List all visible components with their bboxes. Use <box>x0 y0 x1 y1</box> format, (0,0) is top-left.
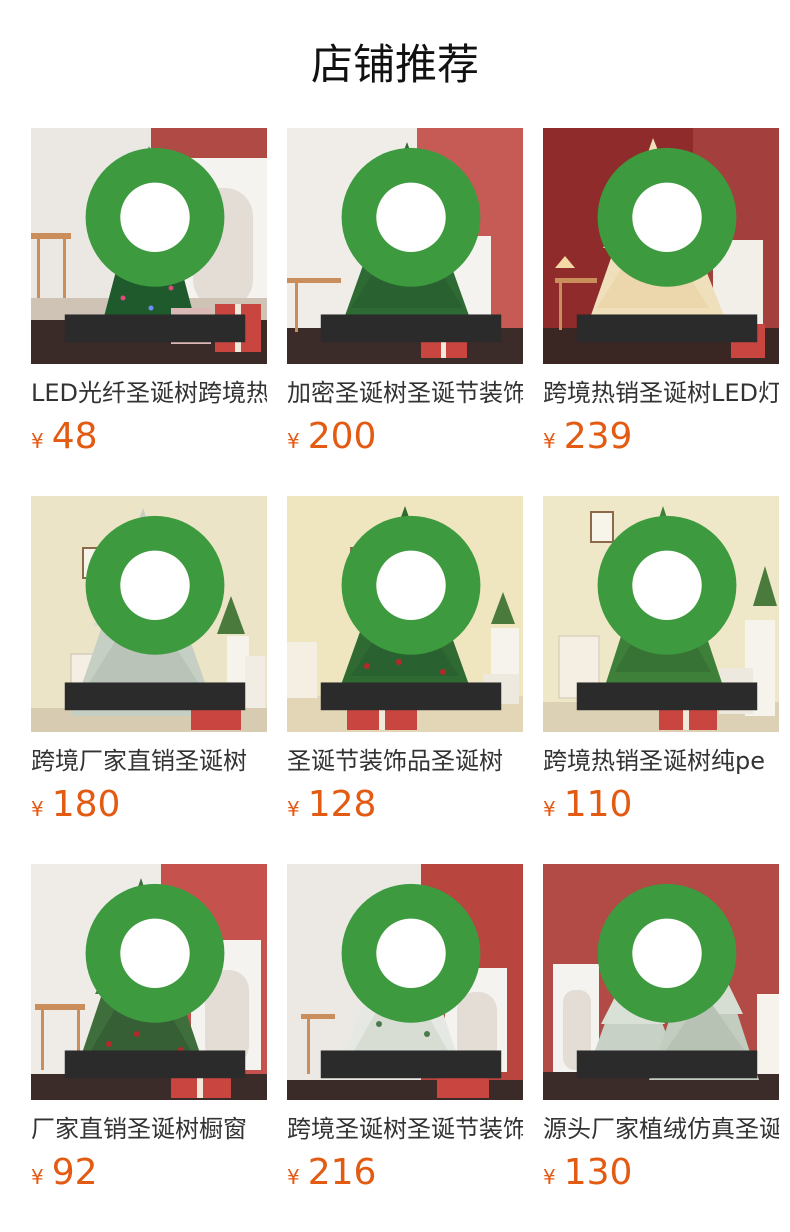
page-title: 店铺推荐 <box>310 40 479 89</box>
price-value: 239 <box>563 416 633 457</box>
product-price: ¥48 <box>31 414 98 460</box>
product-grid: LED光纤圣诞树跨境热销 ¥48 <box>31 128 779 1232</box>
price-value: 130 <box>563 1152 633 1193</box>
price-value: 92 <box>51 1152 98 1193</box>
price-value: 216 <box>307 1152 377 1193</box>
brand-logo-icon <box>64 515 246 711</box>
brand-logo-icon <box>320 883 502 1079</box>
product-image[interactable] <box>543 128 779 364</box>
product-price: ¥239 <box>543 414 632 460</box>
brand-logo-icon <box>576 515 758 711</box>
currency-symbol: ¥ <box>543 429 556 453</box>
currency-symbol: ¥ <box>31 429 44 453</box>
product-card[interactable]: 跨境厂家直销圣诞树 ¥180 <box>31 496 267 864</box>
product-image[interactable] <box>31 128 267 364</box>
currency-symbol: ¥ <box>31 797 44 821</box>
product-image[interactable] <box>31 864 267 1100</box>
product-price: ¥180 <box>31 782 120 828</box>
brand-logo-icon <box>576 883 758 1079</box>
product-price: ¥216 <box>287 1150 376 1196</box>
brand-logo-icon <box>576 147 758 343</box>
currency-symbol: ¥ <box>543 797 556 821</box>
product-name[interactable]: 厂家直销圣诞树橱窗 <box>31 1113 267 1145</box>
product-card[interactable]: 厂家直销圣诞树橱窗 ¥92 <box>31 864 267 1232</box>
currency-symbol: ¥ <box>287 429 300 453</box>
product-name[interactable]: 跨境圣诞树圣诞节装饰 <box>287 1113 523 1145</box>
product-name[interactable]: 加密圣诞树圣诞节装饰 <box>287 377 523 409</box>
price-value: 48 <box>51 416 98 457</box>
product-card[interactable]: 跨境热销圣诞树纯pe ¥110 <box>543 496 779 864</box>
product-card[interactable]: 源头厂家植绒仿真圣诞 ¥130 <box>543 864 779 1232</box>
product-price: ¥92 <box>31 1150 98 1196</box>
product-name[interactable]: 跨境厂家直销圣诞树 <box>31 745 267 777</box>
product-price: ¥200 <box>287 414 376 460</box>
product-card[interactable]: 圣诞节装饰品圣诞树 ¥128 <box>287 496 523 864</box>
price-value: 180 <box>51 784 121 825</box>
product-image[interactable] <box>287 128 523 364</box>
currency-symbol: ¥ <box>287 1165 300 1189</box>
product-card[interactable]: 加密圣诞树圣诞节装饰 ¥200 <box>287 128 523 496</box>
product-image[interactable] <box>31 496 267 732</box>
product-price: ¥130 <box>543 1150 632 1196</box>
product-image[interactable] <box>543 864 779 1100</box>
currency-symbol: ¥ <box>31 1165 44 1189</box>
price-value: 200 <box>307 416 377 457</box>
product-name[interactable]: 源头厂家植绒仿真圣诞 <box>543 1113 779 1145</box>
product-card[interactable]: 跨境圣诞树圣诞节装饰 ¥216 <box>287 864 523 1232</box>
product-card[interactable]: LED光纤圣诞树跨境热销 ¥48 <box>31 128 267 496</box>
brand-logo-icon <box>64 147 246 343</box>
product-price: ¥110 <box>543 782 632 828</box>
product-card[interactable]: 跨境热销圣诞树LED灯 ¥239 <box>543 128 779 496</box>
brand-logo-icon <box>64 883 246 1079</box>
currency-symbol: ¥ <box>543 1165 556 1189</box>
product-image[interactable] <box>543 496 779 732</box>
product-image[interactable] <box>287 864 523 1100</box>
product-name[interactable]: 圣诞节装饰品圣诞树 <box>287 745 523 777</box>
product-name[interactable]: 跨境热销圣诞树纯pe <box>543 745 779 777</box>
product-price: ¥128 <box>287 782 376 828</box>
brand-logo-icon <box>320 147 502 343</box>
product-name[interactable]: 跨境热销圣诞树LED灯 <box>543 377 779 409</box>
product-image[interactable] <box>287 496 523 732</box>
brand-logo-icon <box>320 515 502 711</box>
currency-symbol: ¥ <box>287 797 300 821</box>
price-value: 110 <box>563 784 633 825</box>
product-name[interactable]: LED光纤圣诞树跨境热销 <box>31 377 267 409</box>
price-value: 128 <box>307 784 377 825</box>
